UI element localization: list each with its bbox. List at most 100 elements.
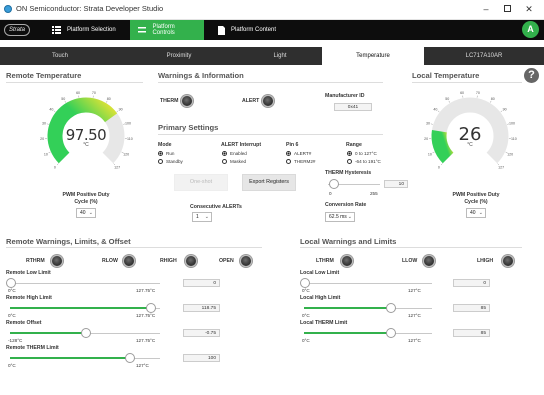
warnings-title: Warnings & Information [158, 71, 244, 80]
remote-slider-value[interactable]: 100 [183, 354, 220, 362]
consecutive-alerts-label: Consecutive ALERTs [190, 204, 242, 210]
local-temp-title: Local Temperature [412, 71, 480, 80]
gauge-tick-label: 50 [445, 97, 449, 101]
remote-slider-knob[interactable] [81, 328, 91, 338]
window-title: ON Semiconductor: Strata Developer Studi… [16, 4, 164, 13]
local-slider-value[interactable]: 85 [453, 329, 490, 337]
gauge-tick-label: 30 [42, 121, 46, 125]
remote-temp-title: Remote Temperature [6, 71, 82, 80]
hysteresis-value-field[interactable]: 10 [384, 180, 408, 188]
consecutive-alerts-dropdown[interactable]: 1 ⌄ [192, 212, 212, 222]
remote-slider-fill [10, 307, 150, 309]
local-slider-max: 127°C [408, 288, 421, 293]
user-avatar[interactable]: A [522, 21, 539, 38]
tab-touch[interactable]: Touch [0, 47, 120, 65]
app-icon [4, 5, 12, 13]
manufacturer-id-label: Manufacturer ID [325, 93, 365, 99]
remote-slider-min: -128°C [8, 338, 23, 343]
remote-slider-track [10, 283, 160, 284]
lthrm-led [341, 255, 353, 267]
tab-proximity[interactable]: Proximity [120, 47, 238, 65]
minimize-icon[interactable]: – [478, 2, 494, 16]
remote-slider-min: 0°C [8, 288, 16, 293]
close-icon[interactable]: ✕ [521, 2, 537, 16]
gauge-tick-label: 10 [428, 153, 432, 157]
local-slider-value[interactable]: 0 [453, 279, 490, 287]
remote-limits-title: Remote Warnings, Limits, & Offset [6, 237, 131, 246]
local-slider-fill [304, 332, 390, 334]
remote-led-label: RLOW [102, 258, 118, 264]
alert-masked-radio[interactable] [222, 159, 227, 164]
remote-temp-unit: °C [83, 142, 89, 148]
hysteresis-max: 255 [370, 191, 378, 196]
open-led [239, 255, 252, 267]
nav-platform-content[interactable]: Platform Content [210, 20, 300, 40]
range-0-127-label: 0 to 127°C [355, 151, 377, 156]
local-slider-knob[interactable] [300, 278, 310, 288]
gauge-tick [489, 100, 492, 103]
local-slider-value[interactable]: 85 [453, 304, 490, 312]
gauge-tick-label: 127 [498, 166, 504, 170]
maximize-icon[interactable] [499, 2, 515, 16]
gauge-tick-label: 70 [476, 91, 480, 95]
chevron-down-icon: ⌄ [347, 214, 352, 220]
help-icon[interactable]: ? [524, 68, 539, 83]
remote-slider-knob[interactable] [145, 303, 156, 313]
remote-pwm-dropdown[interactable]: 40 ⌄ [76, 208, 96, 218]
remote-slider-label: Remote Offset [6, 320, 42, 326]
mode-run-radio[interactable] [158, 151, 163, 156]
tab-lc717a10ar[interactable]: LC717A10AR [424, 47, 544, 65]
local-led-label: LTHRM [316, 258, 334, 264]
gauge-tick-label: 120 [507, 153, 513, 157]
export-registers-button[interactable]: Export Registers [242, 174, 296, 191]
local-pwm-dropdown[interactable]: 40 ⌄ [466, 208, 486, 218]
llow-led [422, 255, 435, 267]
conversion-rate-dropdown[interactable]: 62.5 ms ⌄ [325, 212, 355, 222]
local-slider-label: Local Low Limit [300, 270, 340, 276]
remote-slider-knob[interactable] [124, 353, 135, 363]
one-shot-button[interactable]: One-shot [174, 174, 228, 191]
remote-slider-value[interactable]: -0.75 [183, 329, 220, 337]
remote-pwm-label: PWM Positive Duty Cycle (%) [62, 192, 110, 205]
gauge-tick-label: 50 [61, 97, 65, 101]
local-slider-knob[interactable] [385, 303, 396, 313]
remote-led-label: RHIGH [160, 258, 177, 264]
nav-platform-controls[interactable]: Platform Controls [130, 20, 204, 40]
local-slider-label: Local THERM Limit [300, 320, 348, 326]
app-navbar: Strata Platform Selection Platform Contr… [0, 20, 544, 40]
local-slider-max: 127°C [408, 338, 421, 343]
list-icon [52, 26, 61, 34]
document-icon [218, 25, 225, 35]
mode-standby-radio[interactable] [158, 159, 163, 164]
range-0-127-radio[interactable] [347, 151, 352, 156]
local-pwm-label: PWM Positive Duty Cycle (%) [452, 192, 500, 205]
gauge-tick [105, 100, 108, 103]
alert-enabled-radio[interactable] [222, 151, 227, 156]
local-slider-knob[interactable] [385, 328, 396, 338]
remote-slider-fill [10, 357, 129, 359]
gauge-tick [448, 100, 451, 103]
pin6-alert-radio[interactable] [286, 151, 291, 156]
chevron-down-icon: ⌄ [88, 210, 93, 216]
manufacturer-id-field: 0x41 [334, 103, 372, 111]
gauge-tick-label: 80 [107, 97, 111, 101]
remote-led-label: OPEN [219, 258, 234, 264]
hysteresis-slider[interactable] [328, 179, 339, 189]
remote-slider-knob[interactable] [6, 278, 16, 288]
gauge-tick-label: 80 [491, 97, 495, 101]
gauge-tick [440, 163, 443, 166]
range-extended-radio[interactable] [347, 159, 352, 164]
pin6-therm2-radio[interactable] [286, 159, 291, 164]
therm-label: THERM [160, 98, 179, 104]
local-slider-max: 127°C [408, 313, 421, 318]
local-slider-label: Local High Limit [300, 295, 341, 301]
local-slider-min: 0°C [302, 313, 310, 318]
local-led-label: LLOW [402, 258, 418, 264]
tab-light[interactable]: Light [238, 47, 322, 65]
nav-platform-selection[interactable]: Platform Selection [44, 20, 130, 40]
remote-slider-value[interactable]: 118.75 [183, 304, 220, 312]
gauge-tick [56, 163, 59, 166]
remote-slider-value[interactable]: 0 [183, 279, 220, 287]
tab-temperature[interactable]: Temperature [322, 47, 424, 65]
gauge-tick-label: 100 [125, 121, 131, 125]
